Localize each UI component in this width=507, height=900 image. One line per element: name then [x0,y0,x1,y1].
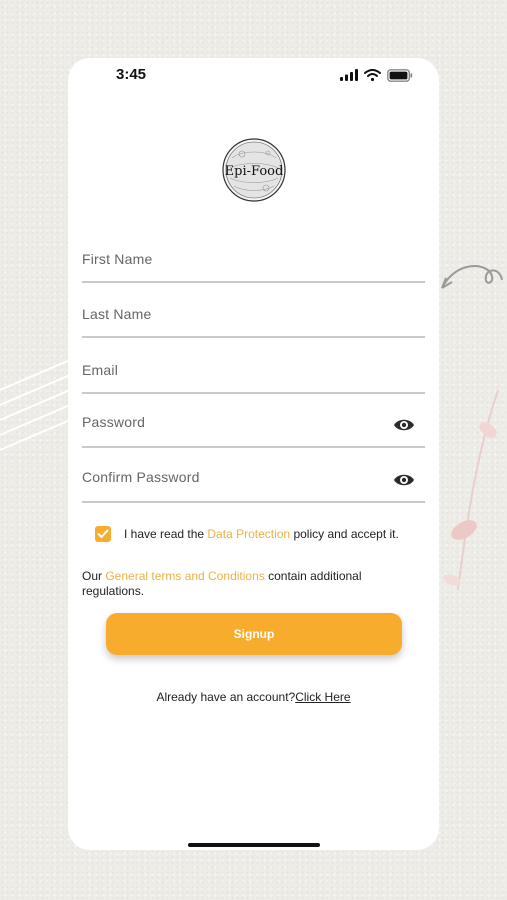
last-name-field [82,296,425,338]
terms-notice: Our General terms and Conditions contain… [82,569,402,599]
status-bar: 3:45 [68,58,439,92]
first-name-input[interactable] [82,241,382,277]
data-protection-consent: I have read the Data Protection policy a… [95,526,425,542]
confirm-password-input[interactable] [82,459,382,495]
email-field [82,352,425,394]
password-field [82,404,425,448]
last-name-input[interactable] [82,296,382,332]
epi-food-logo: Epi-Food [222,138,286,202]
password-input[interactable] [82,404,382,440]
eye-icon[interactable] [393,417,415,433]
login-prompt: Already have an account?Click Here [68,690,439,704]
consent-suffix: policy and accept it. [290,527,399,541]
cellular-signal-icon [340,69,358,81]
login-link[interactable]: Click Here [295,690,350,704]
status-time: 3:45 [116,66,147,83]
logo-text: Epi-Food [225,164,284,179]
status-icons [340,68,413,82]
confirm-password-field [82,459,425,503]
decorative-arrow [441,265,503,289]
home-indicator [188,843,320,847]
login-prompt-text: Already have an account? [156,690,296,704]
signup-button[interactable]: Signup [106,613,402,655]
phone-screen: 3:45 Epi-Food First Name Last Name Email… [68,58,439,850]
data-protection-link[interactable]: Data Protection [207,527,290,541]
general-terms-link[interactable]: General terms and Conditions [105,569,264,583]
wifi-icon [364,69,381,81]
first-name-field [82,241,425,283]
decorative-leaves [443,390,499,591]
consent-text: I have read the Data Protection policy a… [124,527,399,541]
terms-prefix: Our [82,569,106,583]
battery-icon [387,68,413,82]
consent-prefix: I have read the [124,527,208,541]
eye-icon[interactable] [393,472,415,488]
decorative-lines [0,360,70,451]
checkmark-icon [97,529,109,538]
consent-checkbox[interactable] [95,526,111,542]
email-input[interactable] [82,352,382,388]
